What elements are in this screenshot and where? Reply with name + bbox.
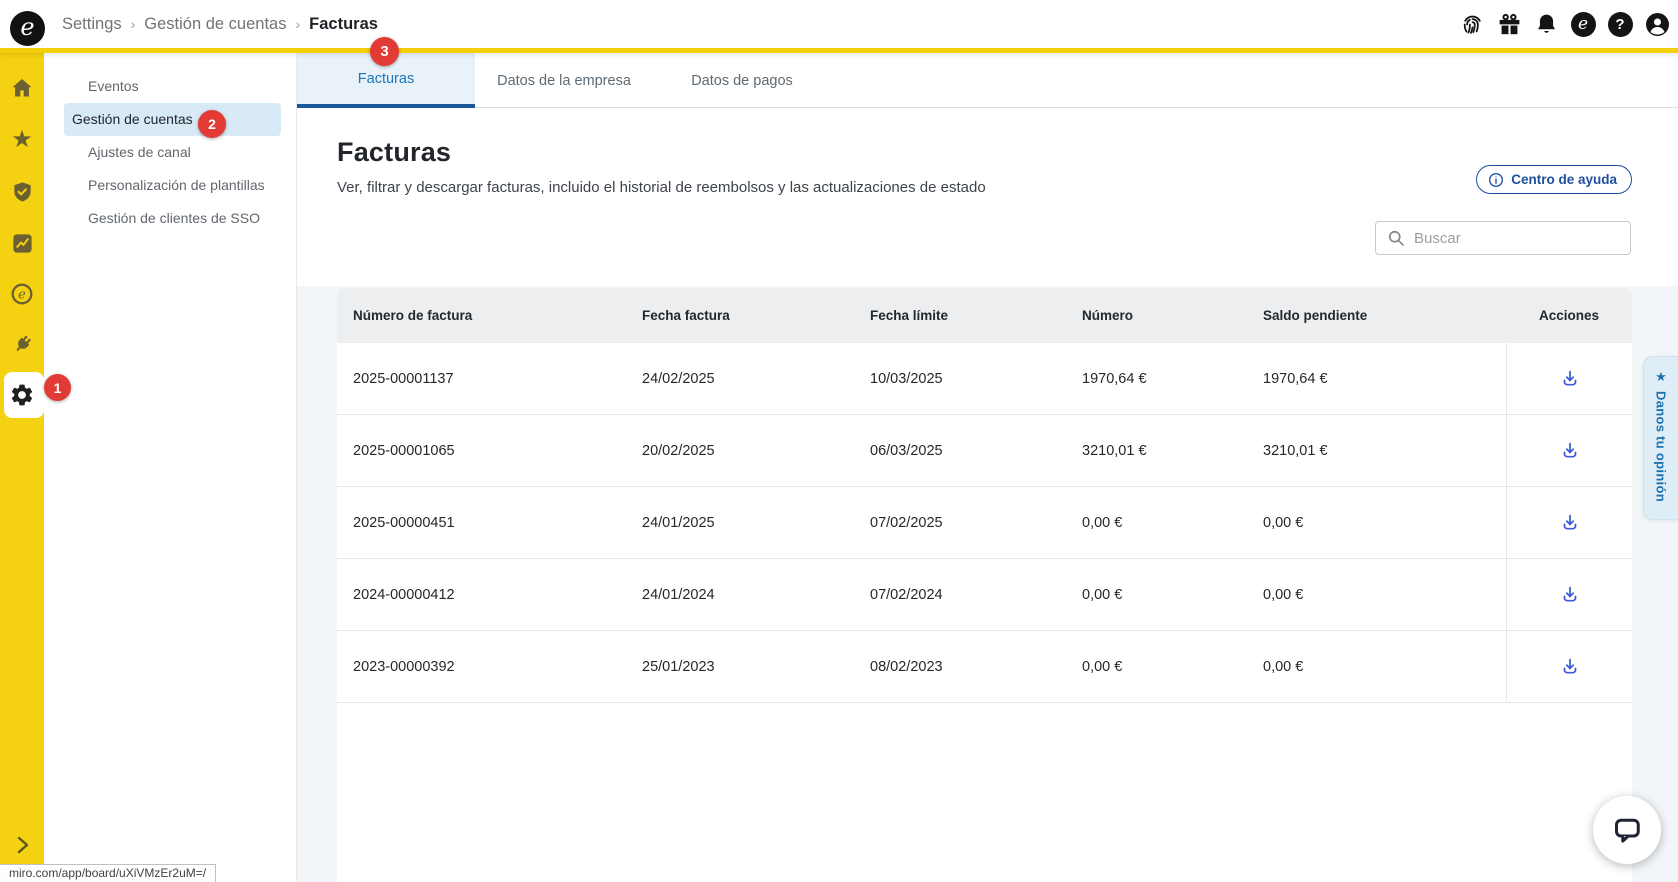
link-preview-statusbar: miro.com/app/board/uXiVMzEr2uM=/ (0, 864, 217, 882)
invoice-number: 2025-00001137 (353, 370, 454, 387)
table-row: 2025-00000451 24/01/2025 07/02/2025 0,00… (337, 487, 1632, 559)
col-header-fecha-limite: Fecha límite (870, 308, 949, 323)
invoice-number: 2024-00000412 (353, 586, 455, 603)
home-icon[interactable] (9, 75, 35, 101)
invoice-date: 24/01/2024 (642, 586, 715, 603)
amount: 1970,64 € (1082, 370, 1147, 387)
top-bar: e Settings › Gestión de cuentas › Factur… (0, 0, 1678, 53)
col-header-fecha-factura: Fecha factura (642, 308, 730, 323)
annotation-badge-2: 2 (198, 110, 226, 138)
download-invoice-icon[interactable] (1555, 364, 1585, 394)
page-subtitle: Ver, filtrar y descargar facturas, inclu… (337, 179, 986, 196)
feedback-star-icon: ★ (1655, 369, 1667, 384)
topbar-actions: e ? (1459, 0, 1670, 48)
invoices-table: Número de factura Fecha factura Fecha lí… (337, 288, 1632, 882)
download-invoice-icon[interactable] (1555, 580, 1585, 610)
invoice-number: 2025-00000451 (353, 514, 455, 531)
main-content: Facturas Ver, filtrar y descargar factur… (297, 108, 1678, 882)
amount: 3210,01 € (1082, 442, 1147, 459)
breadcrumb-current-invoices: Facturas (309, 14, 378, 33)
table-header-row: Número de factura Fecha factura Fecha lí… (337, 288, 1632, 343)
fingerprint-icon[interactable] (1459, 11, 1485, 37)
due-date: 06/03/2025 (870, 442, 943, 459)
help-center-button[interactable]: Centro de ayuda (1476, 165, 1632, 194)
notifications-icon[interactable] (1533, 11, 1559, 37)
pending-balance: 3210,01 € (1263, 442, 1328, 459)
tabs-bar: Facturas Datos de la empresa Datos de pa… (297, 53, 1678, 108)
expand-rail-chevron-icon[interactable] (10, 833, 34, 857)
annotation-badge-3: 3 (370, 37, 399, 66)
sidebar-item-ajustes-de-canal[interactable]: Ajustes de canal (64, 136, 280, 169)
due-date: 07/02/2025 (870, 514, 943, 531)
gift-icon[interactable] (1496, 11, 1522, 37)
download-invoice-icon[interactable] (1555, 436, 1585, 466)
download-invoice-icon[interactable] (1555, 652, 1585, 682)
brand-e-icon[interactable]: e (9, 281, 35, 307)
breadcrumb-settings[interactable]: Settings (62, 15, 122, 34)
chat-launcher[interactable] (1593, 796, 1661, 864)
breadcrumb-separator: › (295, 16, 301, 32)
download-invoice-icon[interactable] (1555, 508, 1585, 538)
chat-bubble-icon (1615, 818, 1640, 843)
sidebar-item-personalizacion-de-plantillas[interactable]: Personalización de plantillas (64, 169, 280, 202)
page-title: Facturas (337, 137, 452, 167)
star-glyph: ★ (11, 126, 33, 153)
pending-balance: 0,00 € (1263, 658, 1304, 675)
integrations-plug-icon[interactable] (9, 332, 35, 358)
help-icon[interactable]: ? (1607, 11, 1633, 37)
invoice-number: 2025-00001065 (353, 442, 455, 459)
sidebar-item-eventos[interactable]: Eventos (64, 70, 280, 103)
due-date: 08/02/2023 (870, 658, 943, 675)
breadcrumb-separator: › (130, 16, 136, 32)
col-header-numero-de-factura: Número de factura (353, 308, 473, 323)
account-icon[interactable] (1644, 11, 1670, 37)
feedback-label: Danos tu opinión (1653, 391, 1669, 502)
star-icon[interactable]: ★ (9, 127, 35, 153)
breadcrumb-account-management[interactable]: Gestión de cuentas (144, 15, 286, 34)
pending-balance: 0,00 € (1263, 586, 1304, 603)
search-input[interactable] (1414, 222, 1630, 254)
sidebar-item-gestion-de-cuentas[interactable]: Gestión de cuentas (64, 103, 281, 136)
invoice-number: 2023-00000392 (353, 658, 455, 675)
search-box (1375, 221, 1631, 255)
invoices-table-section: Número de factura Fecha factura Fecha lí… (297, 286, 1678, 882)
invoice-date: 25/01/2023 (642, 658, 715, 675)
invoice-date: 24/02/2025 (642, 370, 715, 387)
info-icon (1489, 172, 1504, 187)
tab-datos-de-pagos[interactable]: Datos de pagos (653, 53, 831, 108)
pending-balance: 1970,64 € (1263, 370, 1328, 387)
col-header-numero: Número (1082, 308, 1134, 323)
icon-rail: ★ e (0, 53, 44, 882)
amount: 0,00 € (1082, 514, 1123, 531)
due-date: 10/03/2025 (870, 370, 943, 387)
brand-circle-icon[interactable]: e (1570, 11, 1596, 37)
settings-gear-icon[interactable] (9, 382, 35, 408)
table-row: 2024-00000412 24/01/2024 07/02/2024 0,00… (337, 559, 1632, 631)
due-date: 07/02/2024 (870, 586, 943, 603)
brand-logo[interactable]: e (10, 11, 45, 46)
annotation-badge-1: 1 (44, 374, 71, 401)
col-header-acciones: Acciones (1538, 308, 1600, 323)
search-icon (1388, 230, 1404, 246)
amount: 0,00 € (1082, 658, 1123, 675)
pending-balance: 0,00 € (1263, 514, 1304, 531)
table-row: 2023-00000392 25/01/2023 08/02/2023 0,00… (337, 631, 1632, 703)
amount: 0,00 € (1082, 586, 1123, 603)
settings-sidebar: Eventos Gestión de cuentas Ajustes de ca… (44, 53, 297, 882)
breadcrumb: Settings › Gestión de cuentas › Facturas (62, 0, 378, 48)
sidebar-item-gestion-de-clientes-sso[interactable]: Gestión de clientes de SSO (64, 202, 280, 235)
analytics-icon[interactable] (9, 230, 35, 256)
svg-text:e: e (18, 288, 26, 303)
invoice-date: 24/01/2025 (642, 514, 715, 531)
table-row: 2025-00001065 20/02/2025 06/03/2025 3210… (337, 415, 1632, 487)
help-center-label: Centro de ayuda (1511, 172, 1617, 187)
shield-check-icon[interactable] (9, 179, 35, 205)
col-header-saldo-pendiente: Saldo pendiente (1263, 308, 1368, 323)
table-row: 2025-00001137 24/02/2025 10/03/2025 1970… (337, 343, 1632, 415)
feedback-tab[interactable]: ★ Danos tu opinión (1643, 356, 1678, 520)
invoice-date: 20/02/2025 (642, 442, 715, 459)
tab-datos-de-la-empresa[interactable]: Datos de la empresa (475, 53, 653, 108)
